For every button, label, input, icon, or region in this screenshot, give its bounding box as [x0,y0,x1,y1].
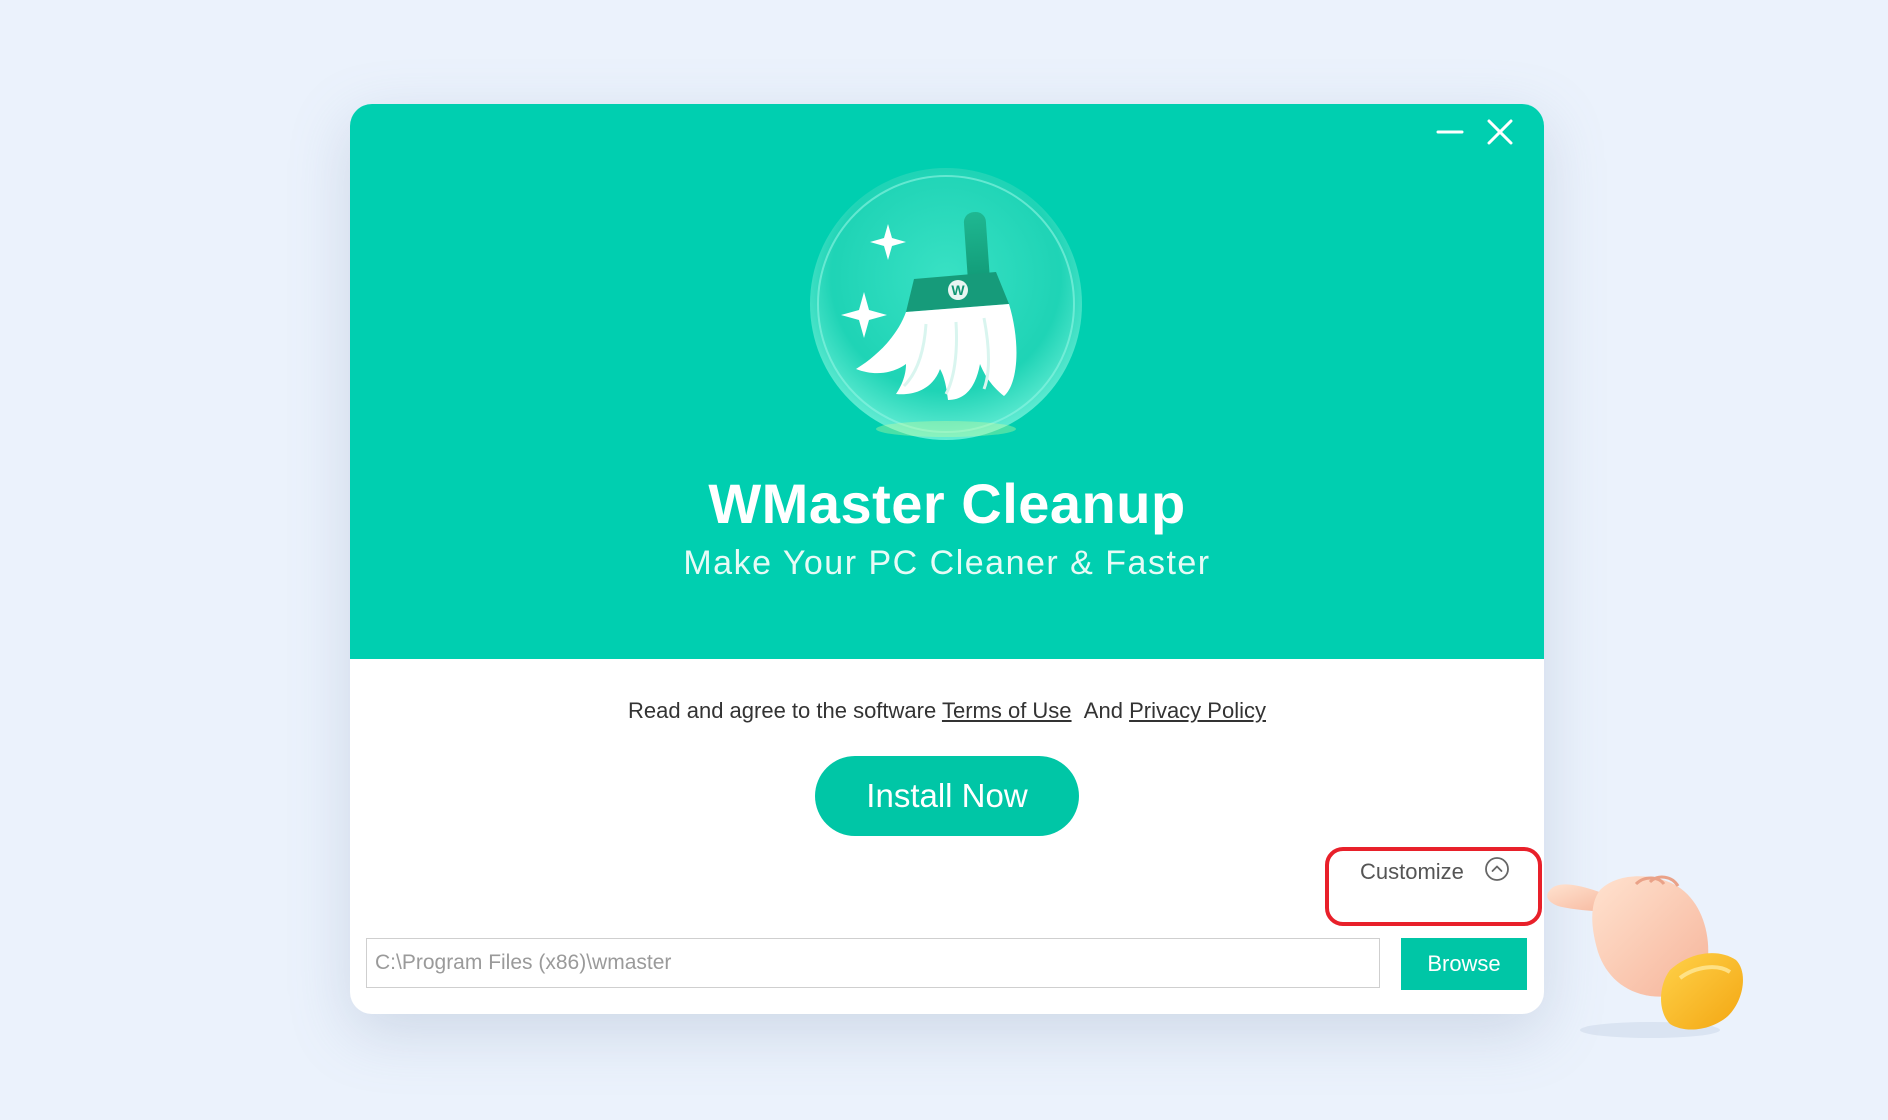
app-subtitle: Make Your PC Cleaner & Faster [683,544,1211,582]
customize-toggle[interactable]: Customize [1360,850,1510,894]
browse-button[interactable]: Browse [1401,938,1527,990]
terms-of-use-link[interactable]: Terms of Use [942,698,1072,723]
close-icon[interactable] [1486,118,1514,146]
install-now-button[interactable]: Install Now [815,756,1079,836]
installer-window: W WMaster Cleanup Make Your PC Cleaner &… [350,104,1544,1014]
privacy-policy-link[interactable]: Privacy Policy [1129,698,1266,723]
window-controls [1436,118,1514,146]
pointing-hand-icon [1540,840,1760,1040]
agreement-prefix: Read and agree to the software [628,698,937,723]
logo-letter: W [951,282,965,298]
chevron-up-circle-icon [1484,856,1510,888]
agreement-and: And [1083,698,1123,723]
agreement-text: Read and agree to the software Terms of … [350,698,1544,724]
app-title: WMaster Cleanup [708,472,1186,535]
customize-label: Customize [1360,859,1464,884]
hero-banner: W WMaster Cleanup Make Your PC Cleaner &… [350,104,1544,659]
broom-logo-icon: W [806,164,1086,444]
install-path-input[interactable] [366,938,1380,988]
minimize-icon[interactable] [1436,118,1464,146]
